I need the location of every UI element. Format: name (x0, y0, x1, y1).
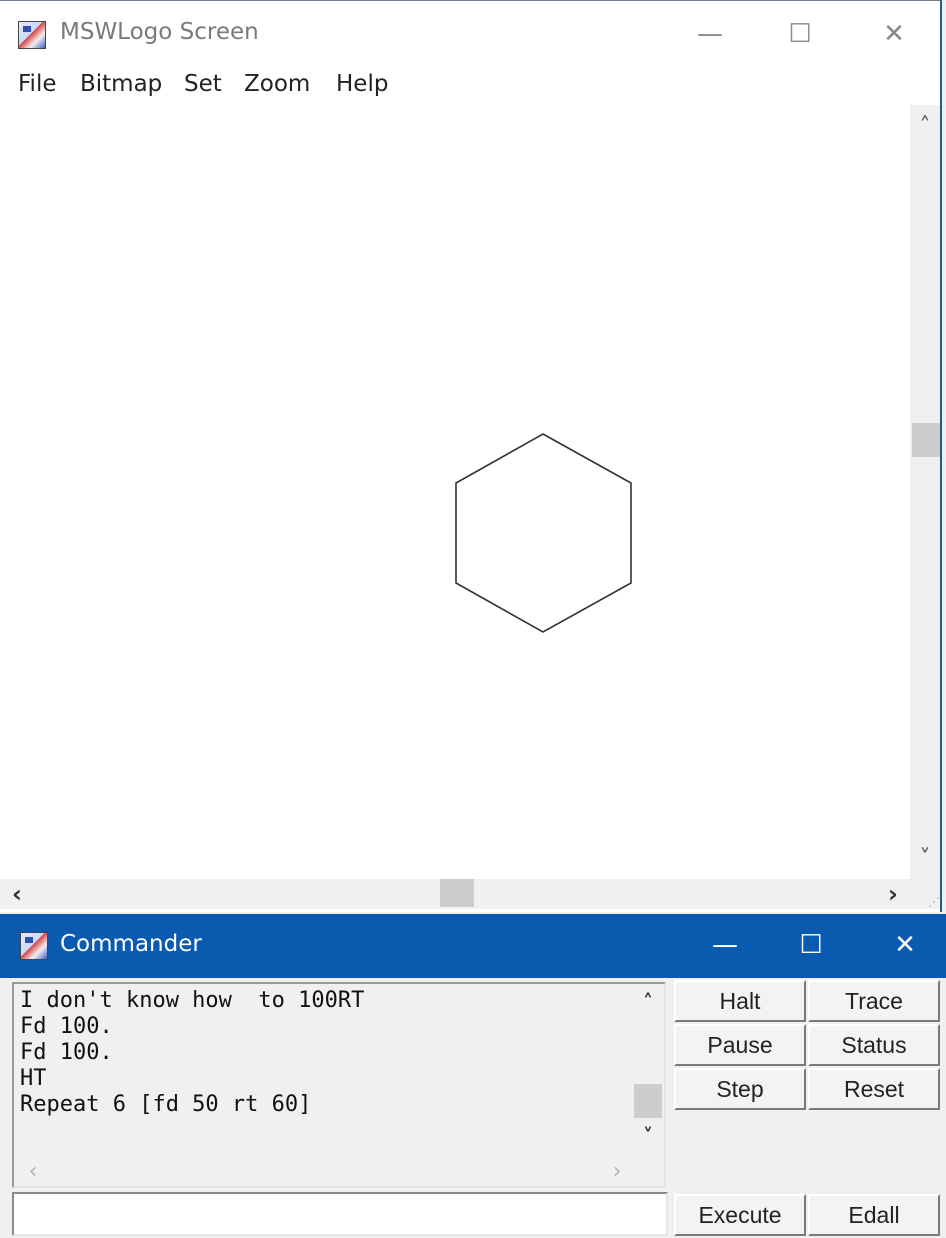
history-line[interactable]: Fd 100. (20, 1040, 364, 1066)
commander-maximize-button[interactable]: ☐ (786, 922, 836, 968)
canvas-svg (455, 433, 632, 633)
menu-bar: File Bitmap Set Zoom Help (0, 67, 940, 105)
horizontal-scrollbar[interactable]: ‹ › (0, 879, 910, 909)
commander-titlebar[interactable]: Commander — ☐ ✕ (0, 914, 946, 978)
pause-button[interactable]: Pause (674, 1024, 806, 1066)
minimize-button[interactable]: — (680, 11, 740, 57)
menu-help[interactable]: Help (336, 71, 388, 97)
scroll-down-arrow-icon[interactable]: ˅ (910, 843, 940, 873)
commander-title: Commander (60, 931, 202, 957)
commander-app-icon[interactable] (20, 932, 48, 960)
scroll-up-arrow-icon[interactable]: ˄ (910, 111, 940, 141)
history-horizontal-scrollbar[interactable]: ‹ › (14, 1156, 632, 1186)
history-scroll-left-icon[interactable]: ‹ (18, 1156, 48, 1186)
command-history[interactable]: I don't know how to 100RT Fd 100. Fd 100… (12, 982, 666, 1188)
drawing-canvas[interactable] (0, 105, 910, 879)
mswlogo-screen-window: MSWLogo Screen — ☐ ✕ File Bitmap Set Zoo… (0, 0, 942, 912)
history-scroll-right-icon[interactable]: › (602, 1156, 632, 1186)
history-scroll-down-icon[interactable]: ˅ (632, 1122, 664, 1150)
history-line[interactable]: Fd 100. (20, 1014, 364, 1040)
history-vertical-scrollbar[interactable]: ˄ ˅ (632, 984, 664, 1156)
commander-window: Commander — ☐ ✕ I don't know how to 100R… (0, 914, 946, 1238)
history-scroll-up-icon[interactable]: ˄ (632, 988, 664, 1016)
menu-zoom[interactable]: Zoom (244, 71, 310, 97)
trace-button[interactable]: Trace (808, 980, 940, 1022)
command-input[interactable] (12, 1192, 668, 1236)
halt-button[interactable]: Halt (674, 980, 806, 1022)
history-scroll-thumb[interactable] (634, 1084, 662, 1118)
mswlogo-app-icon[interactable] (18, 21, 46, 49)
vertical-scroll-thumb[interactable] (912, 423, 940, 457)
vertical-scrollbar[interactable]: ˄ ˅ (910, 105, 940, 879)
scroll-left-arrow-icon[interactable]: ‹ (2, 879, 32, 909)
maximize-button[interactable]: ☐ (770, 11, 830, 57)
execute-button[interactable]: Execute (674, 1194, 806, 1236)
history-lines: I don't know how to 100RT Fd 100. Fd 100… (20, 988, 364, 1118)
menu-file[interactable]: File (18, 71, 57, 97)
history-line[interactable]: HT (20, 1066, 364, 1092)
close-button[interactable]: ✕ (864, 11, 924, 57)
reset-button[interactable]: Reset (808, 1068, 940, 1110)
step-button[interactable]: Step (674, 1068, 806, 1110)
commander-close-button[interactable]: ✕ (880, 922, 930, 968)
history-line[interactable]: Repeat 6 [fd 50 rt 60] (20, 1092, 364, 1118)
hexagon-drawing (455, 433, 632, 633)
commander-minimize-button[interactable]: — (700, 922, 750, 968)
menu-set[interactable]: Set (184, 71, 222, 97)
resize-grip-icon[interactable]: ⋰ (910, 879, 940, 909)
edall-button[interactable]: Edall (808, 1194, 940, 1236)
status-button[interactable]: Status (808, 1024, 940, 1066)
history-line[interactable]: I don't know how to 100RT (20, 988, 364, 1014)
window-title: MSWLogo Screen (60, 19, 259, 45)
screen-titlebar[interactable]: MSWLogo Screen — ☐ ✕ (0, 1, 940, 67)
menu-bitmap[interactable]: Bitmap (80, 71, 162, 97)
scroll-right-arrow-icon[interactable]: › (878, 879, 908, 909)
horizontal-scroll-thumb[interactable] (440, 879, 474, 907)
